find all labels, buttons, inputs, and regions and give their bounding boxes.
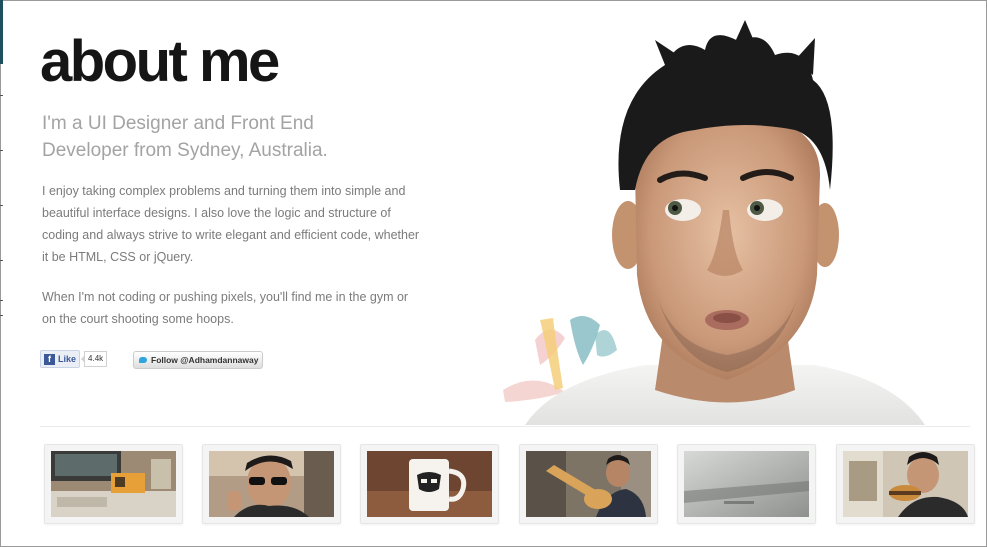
about-paragraph-2: When I'm not coding or pushing pixels, y…: [42, 290, 409, 326]
twitter-bird-icon: [138, 356, 148, 364]
gallery-thumbnail-sunglasses[interactable]: [202, 444, 341, 524]
twitter-follow-label: Follow @Adhamdannaway: [151, 355, 259, 365]
gallery-thumbnail-burger[interactable]: [836, 444, 975, 524]
facebook-like-count: 4.4k: [80, 351, 108, 367]
facebook-icon: f: [44, 353, 55, 365]
page-title: about me: [40, 29, 280, 94]
portrait-photo: [495, 20, 975, 425]
gallery-thumbnail-mug[interactable]: [360, 444, 499, 524]
section-divider: [40, 426, 970, 427]
desk-photo: [51, 451, 176, 517]
twitter-follow-button[interactable]: Follow @Adhamdannaway: [133, 351, 264, 369]
burger-photo: [843, 451, 968, 517]
guitar-photo: [526, 451, 651, 517]
gallery-thumbnail-desk[interactable]: [44, 444, 183, 524]
facebook-like-box[interactable]: f Like: [40, 350, 81, 368]
gallery-thumbnail-macbook[interactable]: [677, 444, 816, 524]
facebook-like-label: Like: [58, 354, 77, 364]
stormtrooper-mug-photo: [367, 451, 492, 517]
about-paragraph-1: I enjoy taking complex problems and turn…: [42, 184, 420, 264]
macbook-photo: [684, 451, 809, 517]
facebook-like-button[interactable]: f Like 4.4k: [40, 350, 108, 368]
intro-subtitle: I'm a UI Designer and Front End Develope…: [42, 113, 328, 161]
sunglasses-photo: [209, 451, 334, 517]
gallery-thumbnail-guitar[interactable]: [519, 444, 658, 524]
edge-marks: [0, 0, 3, 547]
